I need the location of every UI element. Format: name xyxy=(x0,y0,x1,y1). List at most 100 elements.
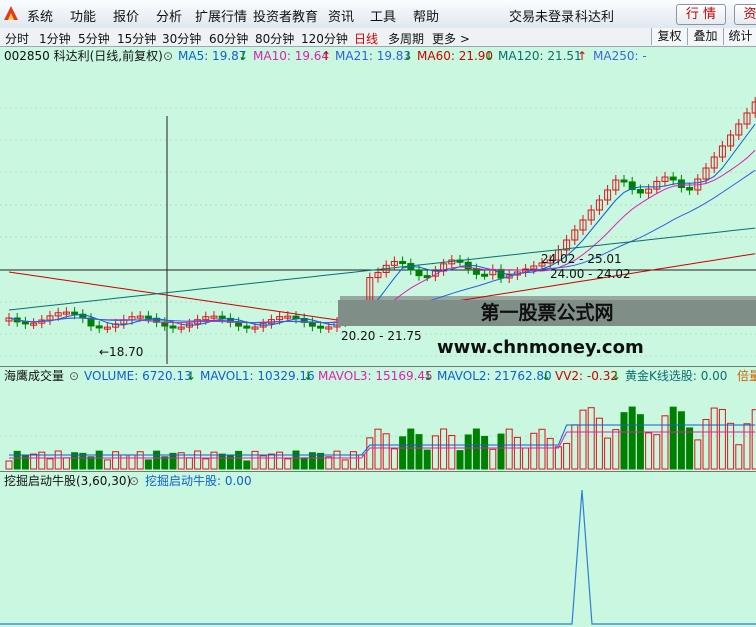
period-15min[interactable]: 15分钟 xyxy=(117,30,156,47)
period-80min[interactable]: 80分钟 xyxy=(255,30,294,47)
volume-bar xyxy=(481,435,489,470)
band-label-1: 24.02 - 25.01 xyxy=(541,252,622,266)
volume-bar xyxy=(571,424,579,470)
period-multi[interactable]: 多周期 xyxy=(388,30,424,47)
period-daily[interactable]: 日线 xyxy=(354,30,378,47)
menu-help[interactable]: 帮助 xyxy=(413,6,439,25)
candle xyxy=(144,315,152,319)
restore-rights-button[interactable]: 复权 xyxy=(651,28,687,45)
overlay-button[interactable]: 叠加 xyxy=(687,28,723,45)
app-logo-icon[interactable] xyxy=(2,4,20,22)
menu-quote[interactable]: 报价 xyxy=(113,6,139,25)
volume-bar xyxy=(464,434,472,470)
candle xyxy=(636,189,644,194)
volume-bar xyxy=(686,427,694,470)
volume-bar xyxy=(727,422,735,470)
volume-bar xyxy=(382,433,390,470)
volume-bar xyxy=(349,451,357,470)
band-label-2: 24.00 - 24.02 xyxy=(550,267,631,281)
period-5min[interactable]: 5分钟 xyxy=(78,30,110,47)
volume-bar xyxy=(620,412,628,470)
ma10-value: MA10: 19.64 xyxy=(253,49,330,63)
volume-bar xyxy=(456,450,464,470)
menu-investor-education[interactable]: 投资者教育 xyxy=(253,6,318,25)
volume-bar xyxy=(112,451,120,470)
volume-bar xyxy=(522,447,530,470)
period-toolbar: 分时 1分钟 5分钟 15分钟 30分钟 60分钟 80分钟 120分钟 日线 … xyxy=(0,28,756,47)
volume-bar xyxy=(161,456,169,470)
menu-extended-market[interactable]: 扩展行情 xyxy=(195,6,247,25)
volume-bar xyxy=(103,459,111,470)
chevron-down-icon[interactable]: ⊙ xyxy=(69,368,79,384)
indicator-info: 挖掘启动牛股(3,60,30) ⊙ 挖掘启动牛股: 0.00 xyxy=(0,473,756,489)
volume-bar xyxy=(702,419,710,470)
period-120min[interactable]: 120分钟 xyxy=(301,30,348,47)
stock-name-title: 科达利 xyxy=(575,10,615,25)
quote-button[interactable]: 行 情 xyxy=(676,4,726,25)
period-30min[interactable]: 30分钟 xyxy=(162,30,201,47)
indicator-chart[interactable] xyxy=(0,489,756,627)
down-arrow-icon: ↓ xyxy=(186,369,197,383)
watermark-site: www.chnmoney.com xyxy=(437,337,644,358)
chevron-down-icon[interactable]: ⊙ xyxy=(129,473,139,489)
period-more[interactable]: 更多 > xyxy=(432,30,470,47)
volume-bar xyxy=(284,458,292,470)
volume-bar xyxy=(13,450,21,470)
volume-bar xyxy=(128,454,136,470)
chevron-down-icon[interactable]: ⊙ xyxy=(163,48,173,64)
menu-news[interactable]: 资讯 xyxy=(328,6,354,25)
volume-bar xyxy=(554,446,562,470)
volume-bar xyxy=(595,417,603,470)
volume-bar xyxy=(243,460,251,470)
login-status[interactable]: 交易未登录 xyxy=(509,6,574,25)
volume-indicator-name[interactable]: 海鹰成交量 xyxy=(4,368,64,384)
trade-button[interactable]: 资 xyxy=(734,4,756,25)
down-arrow-icon: ↓ xyxy=(484,49,495,63)
volume-bar xyxy=(718,408,726,470)
volume-bar xyxy=(546,437,554,470)
volume-bar xyxy=(530,432,538,470)
menu-tools[interactable]: 工具 xyxy=(370,6,396,25)
volume-bar xyxy=(218,453,226,470)
volume-value: VOLUME: 6720.13 xyxy=(84,369,192,383)
volume-bar xyxy=(751,409,756,470)
statistics-button[interactable]: 统计 xyxy=(723,28,756,45)
ma5-line xyxy=(8,123,756,326)
menu-system[interactable]: 系统 xyxy=(27,6,53,25)
menu-analysis[interactable]: 分析 xyxy=(156,6,182,25)
candle xyxy=(686,187,694,191)
down-arrow-icon: ↓ xyxy=(403,49,414,63)
volume-bar xyxy=(743,423,751,470)
candle xyxy=(481,273,489,277)
volume-chart[interactable] xyxy=(0,384,756,470)
indicator-name[interactable]: 挖掘启动牛股(3,60,30) xyxy=(4,473,131,489)
volume-bar xyxy=(587,407,595,470)
low-price-label: ←18.70 xyxy=(99,345,144,359)
up-arrow-icon: ↑ xyxy=(321,49,332,63)
volume-info: 海鹰成交量 ⊙ VOLUME: 6720.13 ↓ MAVOL1: 10329.… xyxy=(0,368,756,384)
volume-bar xyxy=(341,459,349,470)
candle xyxy=(218,315,226,319)
volume-bar xyxy=(79,452,87,470)
volume-bar xyxy=(62,457,70,470)
volume-bar xyxy=(399,436,407,470)
volume-bar xyxy=(5,460,13,470)
volume-bar xyxy=(235,450,243,470)
pane-divider[interactable] xyxy=(0,471,756,472)
ma250-value: MA250: - xyxy=(593,49,647,63)
volume-bar xyxy=(472,428,480,470)
volume-bar xyxy=(325,456,333,470)
volume-bar xyxy=(358,454,366,470)
pane-divider[interactable] xyxy=(0,366,756,367)
candle xyxy=(292,315,300,319)
volume-bar xyxy=(87,456,95,470)
volume-bar xyxy=(292,450,300,470)
ma120-value: MA120: 21.51 xyxy=(498,49,582,63)
ma21-value: MA21: 19.83 xyxy=(335,49,412,63)
period-tick[interactable]: 分时 xyxy=(5,30,29,47)
volume-bar xyxy=(489,448,497,470)
menu-function[interactable]: 功能 xyxy=(70,6,96,25)
period-1min[interactable]: 1分钟 xyxy=(39,30,71,47)
period-60min[interactable]: 60分钟 xyxy=(209,30,248,47)
double-volume-label: 倍量 xyxy=(737,369,756,383)
